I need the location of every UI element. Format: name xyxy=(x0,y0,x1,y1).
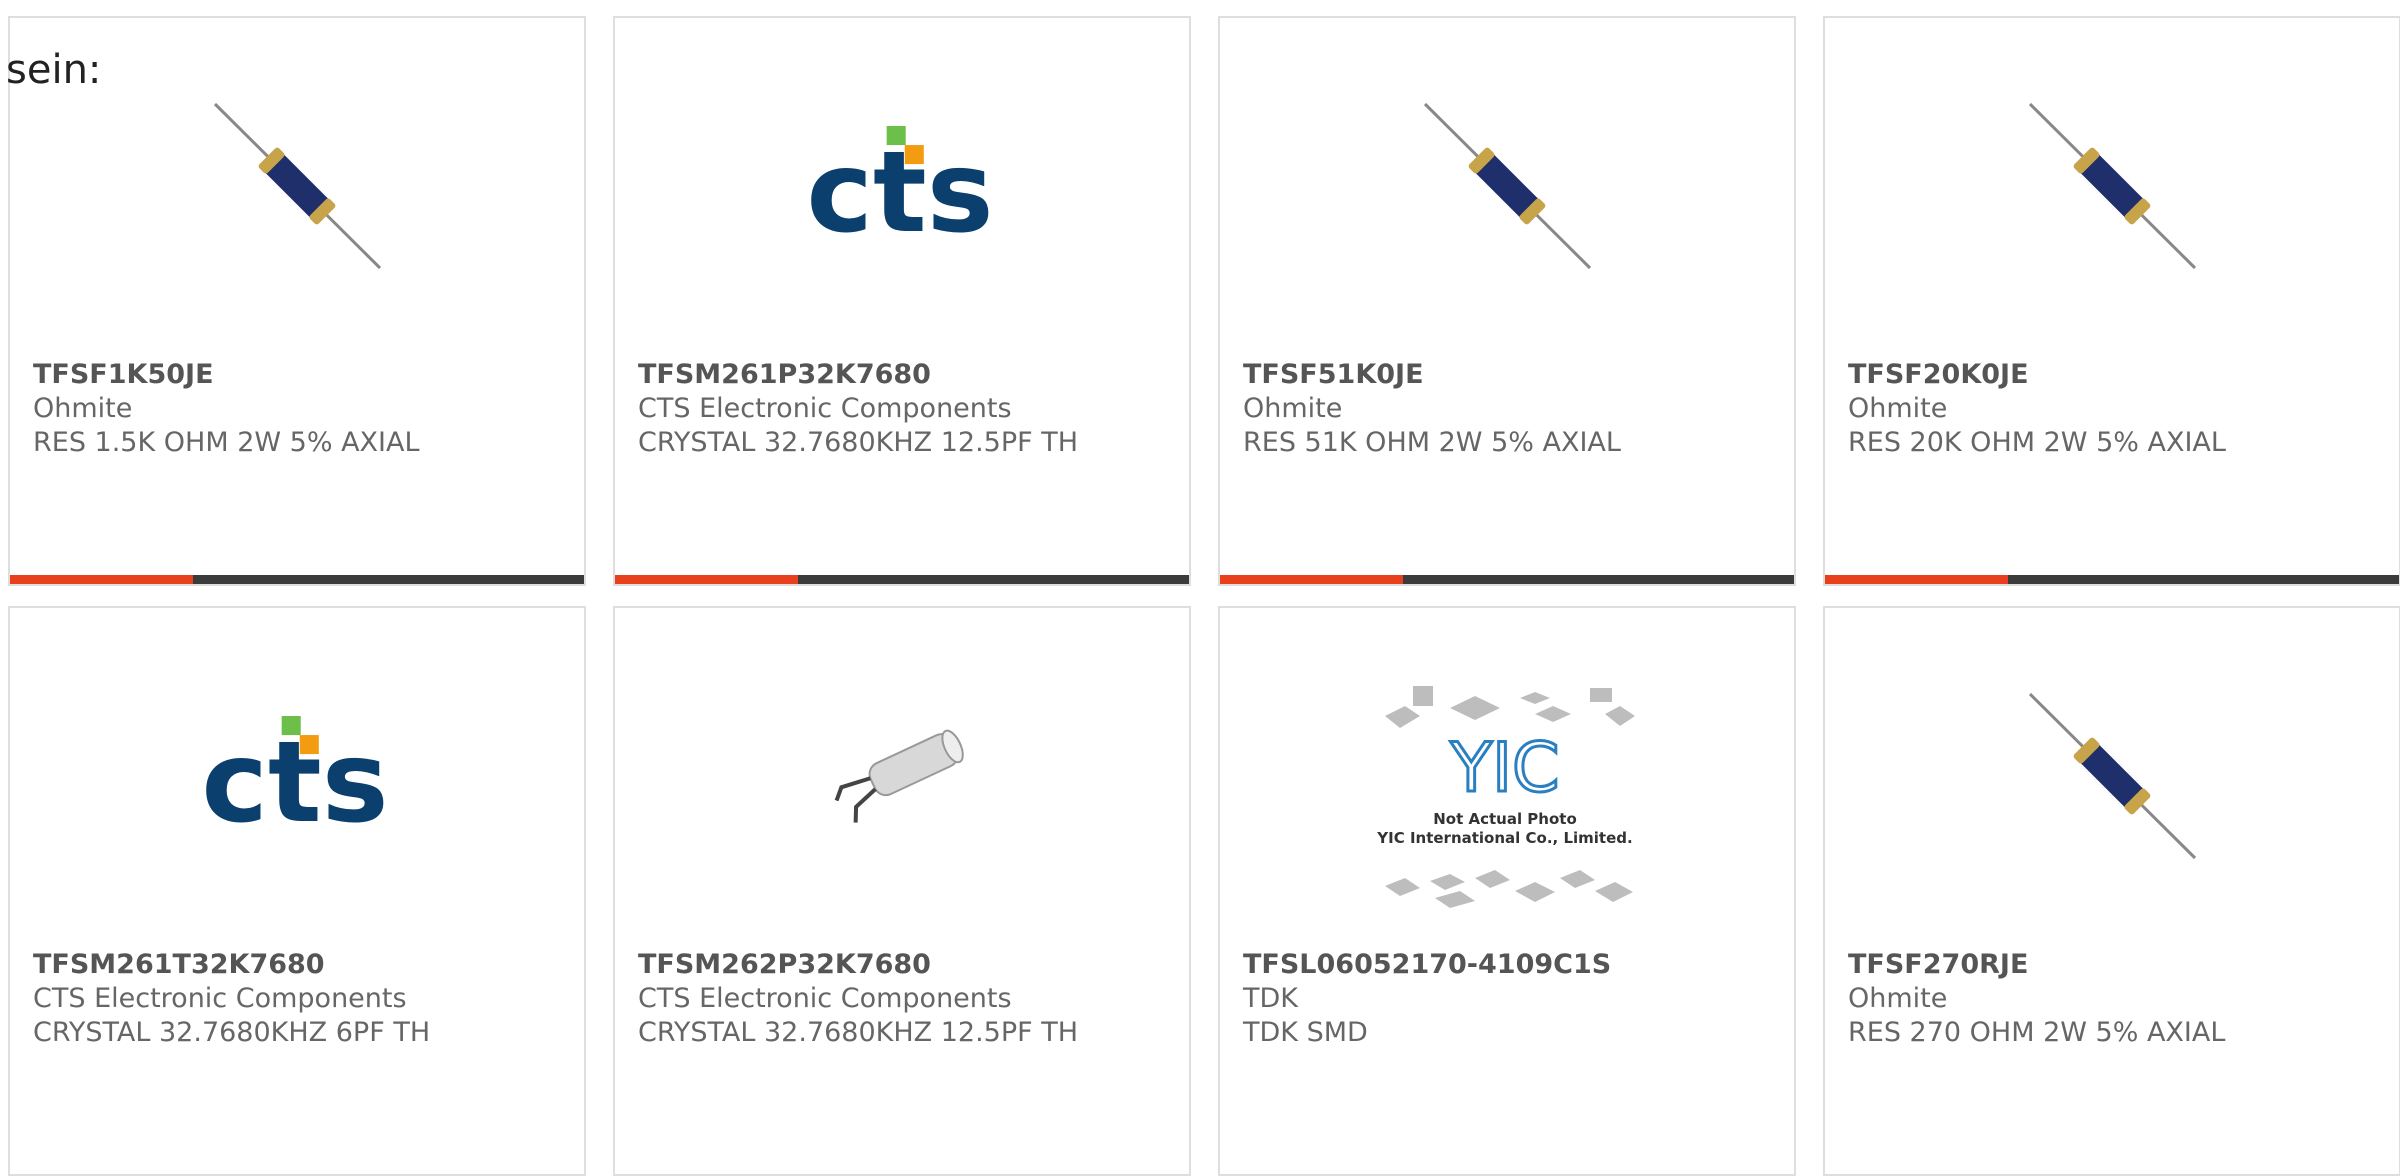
svg-text:YIC International Co., Limited: YIC International Co., Limited. xyxy=(1376,829,1632,847)
svg-text:Not Actual Photo: Not Actual Photo xyxy=(1433,810,1577,828)
part-number-link[interactable]: TFSM261P32K7680 xyxy=(638,358,1178,392)
description-label: RES 270 OHM 2W 5% AXIAL xyxy=(1848,1017,2226,1048)
product-card[interactable]: TFSF51K0JE Ohmite RES 51K OHM 2W 5% AXIA… xyxy=(1218,16,1796,586)
part-number-link[interactable]: TFSF270RJE xyxy=(1848,948,2388,982)
part-number-link[interactable]: TFSL06052170-4109C1S xyxy=(1243,948,1783,982)
cylinder-crystal-icon xyxy=(800,676,1000,876)
product-card[interactable]: TFSF270RJE Ohmite RES 270 OHM 2W 5% AXIA… xyxy=(1823,606,2400,1176)
manufacturer-label: CTS Electronic Components xyxy=(33,983,407,1014)
progress-bar xyxy=(10,575,584,584)
product-card[interactable]: TFSF20K0JE Ohmite RES 20K OHM 2W 5% AXIA… xyxy=(1823,16,2400,586)
product-grid: TFSF1K50JE Ohmite RES 1.5K OHM 2W 5% AXI… xyxy=(8,16,2400,1176)
description-label: CRYSTAL 32.7680KHZ 12.5PF TH xyxy=(638,1017,1079,1048)
description-label: RES 20K OHM 2W 5% AXIAL xyxy=(1848,427,2226,458)
manufacturer-label: TDK xyxy=(1243,983,1298,1014)
axial-resistor-icon xyxy=(2010,676,2210,876)
part-number-link[interactable]: TFSM261T32K7680 xyxy=(33,948,573,982)
svg-text:cts: cts xyxy=(201,717,388,841)
progress-fill xyxy=(1220,575,1403,584)
description-label: TDK SMD xyxy=(1243,1017,1368,1048)
manufacturer-label: Ohmite xyxy=(33,393,133,424)
product-card[interactable]: cts TFSM261T32K7680 CTS Electronic Compo… xyxy=(8,606,586,1176)
svg-text:YIC: YIC xyxy=(1449,729,1559,808)
axial-resistor-icon xyxy=(1405,86,1605,286)
progress-bar xyxy=(615,575,1189,584)
cts-logo: cts xyxy=(800,86,1000,286)
part-number-link[interactable]: TFSF51K0JE xyxy=(1243,358,1783,392)
product-card[interactable]: YIC Not Actual Photo YIC International C… xyxy=(1218,606,1796,1176)
axial-resistor-icon xyxy=(195,86,395,286)
progress-bar xyxy=(1220,575,1794,584)
intro-text: sein: xyxy=(6,47,102,93)
cts-logo: cts xyxy=(195,676,395,876)
axial-resistor-icon xyxy=(2010,86,2210,286)
manufacturer-label: CTS Electronic Components xyxy=(638,393,1012,424)
description-label: CRYSTAL 32.7680KHZ 12.5PF TH xyxy=(638,427,1079,458)
manufacturer-label: CTS Electronic Components xyxy=(638,983,1012,1014)
description-label: RES 1.5K OHM 2W 5% AXIAL xyxy=(33,427,420,458)
product-card[interactable]: cts TFSM261P32K7680 CTS Electronic Compo… xyxy=(613,16,1191,586)
product-card[interactable]: TFSM262P32K7680 CTS Electronic Component… xyxy=(613,606,1191,1176)
manufacturer-label: Ohmite xyxy=(1243,393,1343,424)
progress-fill xyxy=(10,575,193,584)
description-label: CRYSTAL 32.7680KHZ 6PF TH xyxy=(33,1017,431,1048)
manufacturer-label: Ohmite xyxy=(1848,393,1948,424)
progress-fill xyxy=(1825,575,2008,584)
manufacturer-label: Ohmite xyxy=(1848,983,1948,1014)
part-number-link[interactable]: TFSF20K0JE xyxy=(1848,358,2388,392)
svg-text:cts: cts xyxy=(806,127,993,251)
part-number-link[interactable]: TFSF1K50JE xyxy=(33,358,573,392)
description-label: RES 51K OHM 2W 5% AXIAL xyxy=(1243,427,1621,458)
progress-bar xyxy=(1825,575,2399,584)
yic-placeholder-image: YIC Not Actual Photo YIC International C… xyxy=(1375,686,1635,926)
progress-fill xyxy=(615,575,798,584)
part-number-link[interactable]: TFSM262P32K7680 xyxy=(638,948,1178,982)
